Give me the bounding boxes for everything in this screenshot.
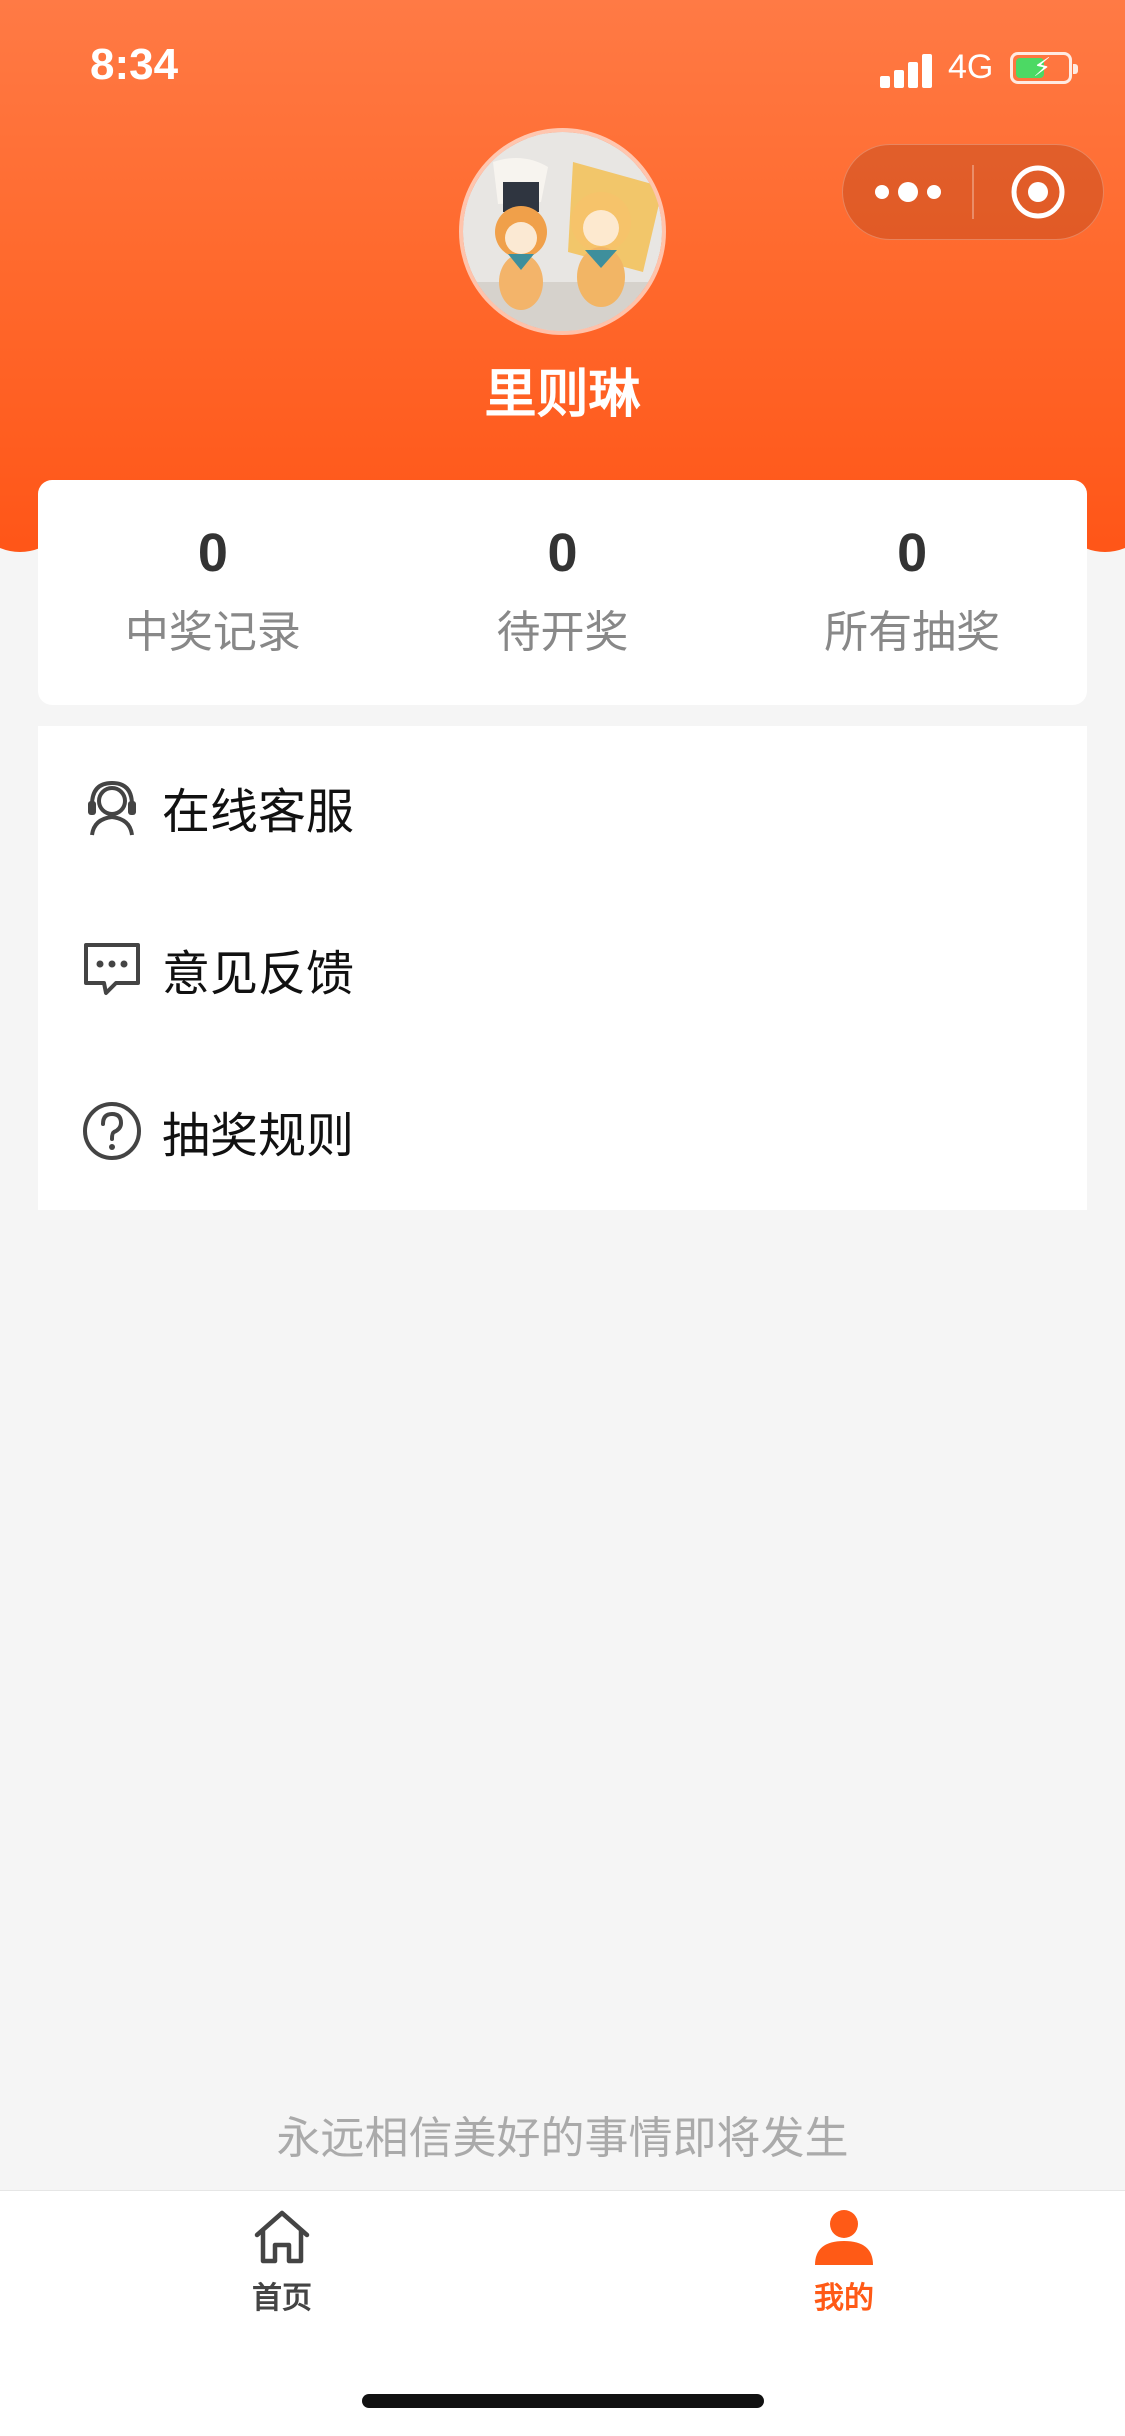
tab-label: 我的	[814, 2281, 874, 2316]
tab-home[interactable]: 首页	[182, 2207, 382, 2317]
menu-item-label: 意见反馈	[162, 946, 355, 1002]
help-circle-icon	[83, 1102, 141, 1160]
stat-label: 所有抽奖	[824, 607, 1001, 658]
close-miniprogram-icon[interactable]	[974, 144, 1103, 240]
network-type: 4G	[948, 48, 994, 86]
menu-item-feedback[interactable]: 意见反馈	[38, 888, 1087, 1050]
username: 里则琳	[484, 365, 641, 425]
avatar[interactable]	[459, 128, 666, 335]
stat-pending-draws[interactable]: 0 待开奖	[388, 480, 738, 705]
stats-card: 0 中奖记录 0 待开奖 0 所有抽奖	[38, 480, 1087, 705]
stat-all-draws[interactable]: 0 所有抽奖	[737, 480, 1087, 705]
home-icon	[254, 2210, 310, 2264]
menu-item-lottery-rules[interactable]: 抽奖规则	[38, 1050, 1087, 1212]
tab-label: 首页	[252, 2281, 312, 2316]
stat-value: 0	[547, 523, 578, 583]
menu-list: 在线客服 意见反馈 抽奖规则	[38, 726, 1087, 1210]
home-indicator	[362, 2394, 764, 2408]
stat-value: 0	[897, 523, 928, 583]
menu-item-customer-service[interactable]: 在线客服	[38, 726, 1087, 888]
battery-icon: ⚡	[1010, 52, 1078, 84]
status-time: 8:34	[90, 40, 179, 89]
customer-service-icon	[88, 780, 136, 836]
menu-item-label: 在线客服	[162, 784, 355, 840]
miniprogram-capsule	[842, 144, 1104, 240]
status-bar: 8:34 4G ⚡	[0, 0, 1125, 140]
tab-mine[interactable]: 我的	[744, 2207, 944, 2317]
stat-value: 0	[197, 523, 228, 583]
stat-label: 中奖记录	[124, 607, 301, 658]
stat-win-records[interactable]: 0 中奖记录	[38, 480, 388, 705]
feedback-icon	[84, 943, 140, 995]
signal-icon	[880, 52, 936, 88]
more-options-icon[interactable]	[843, 144, 972, 240]
user-icon	[815, 2210, 873, 2265]
menu-item-label: 抽奖规则	[162, 1108, 355, 1164]
slogan-text: 永远相信美好的事情即将发生	[276, 2113, 849, 2164]
stat-label: 待开奖	[496, 607, 629, 658]
